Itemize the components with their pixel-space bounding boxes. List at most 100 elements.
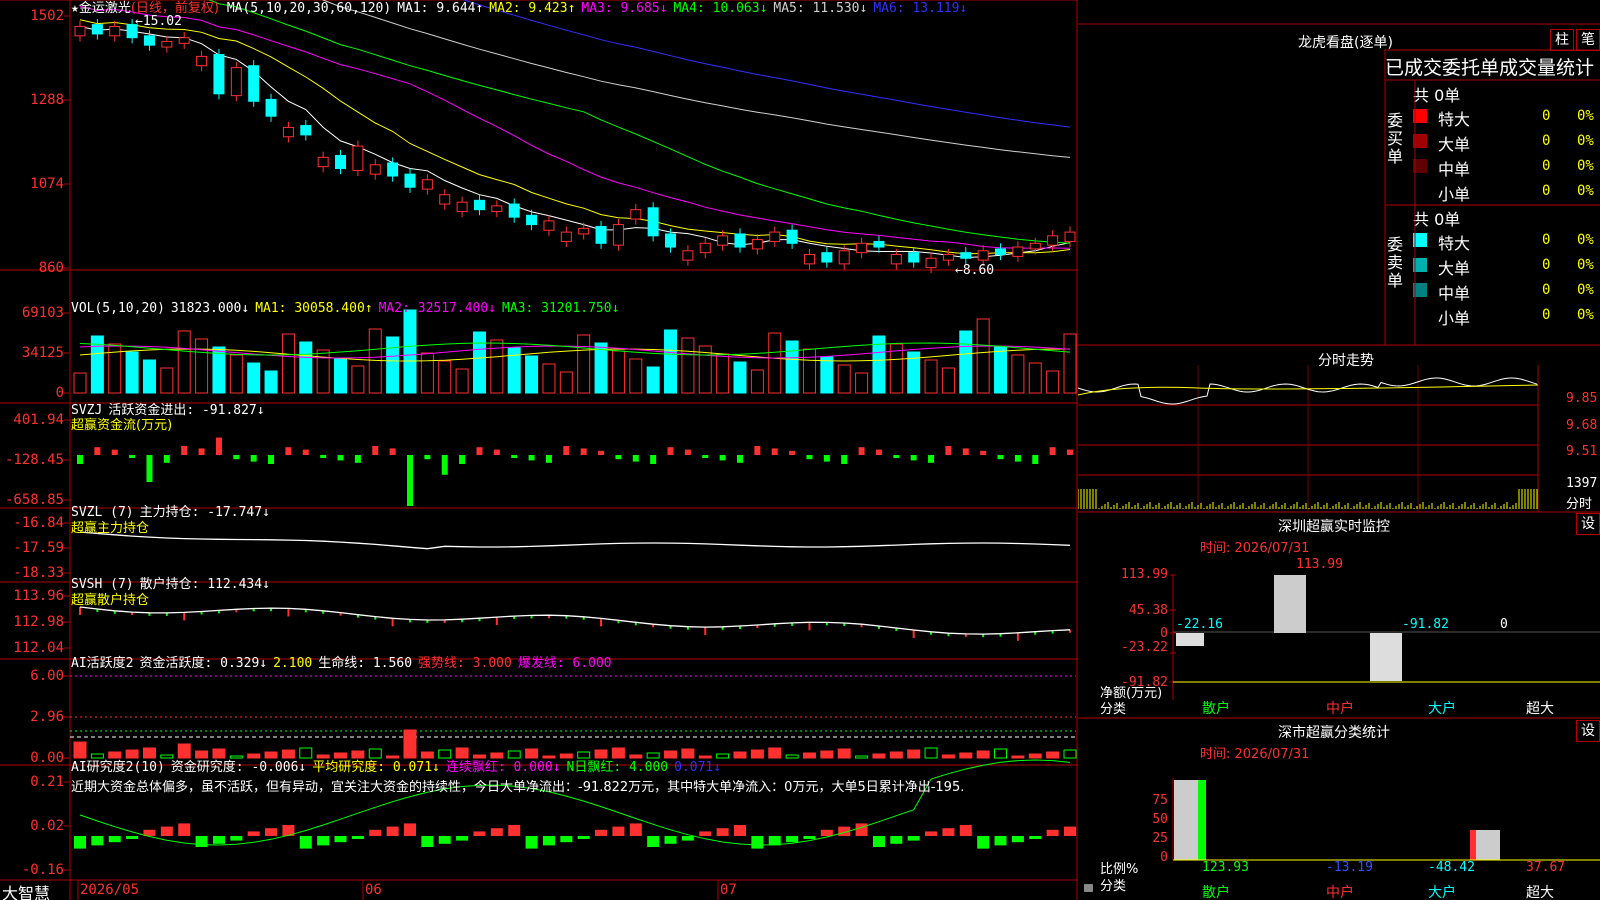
- ai2-header: AI活跃度2 资金活跃度: 0.329↓ 2.100 生命线: 1.560 强势线: 3…: [71, 656, 618, 671]
- activity-bar: [802, 752, 816, 759]
- study-bar: [351, 836, 364, 839]
- y-tick-label: 69103: [21, 305, 64, 321]
- activity-bar: [299, 747, 313, 759]
- study-bar: [438, 836, 451, 844]
- activity-bar: [229, 755, 243, 759]
- activity-bar: [941, 754, 955, 759]
- retail-tick: [808, 622, 811, 631]
- fund-flow-bar: [563, 446, 570, 455]
- study-bar: [1046, 829, 1059, 836]
- fund-flow-bar: [962, 448, 969, 455]
- volume-bar: [73, 372, 87, 394]
- activity-bar: [629, 754, 643, 759]
- fund-flow-bar: [285, 447, 292, 455]
- fund-flow-bar: [580, 448, 587, 455]
- activity-bar: [472, 754, 486, 759]
- study-bar: [595, 829, 608, 836]
- fund-flow-bar: [146, 455, 153, 482]
- study-bar: [195, 836, 208, 847]
- y-tick-label: 860: [38, 260, 64, 276]
- candle-body: [908, 252, 920, 263]
- study-bar: [699, 831, 712, 836]
- date-label-3: 07: [720, 882, 737, 898]
- header-value: MA1: 30058.400↑: [255, 301, 373, 316]
- retail-tick: [704, 627, 707, 636]
- fund-flow-bar: [684, 449, 691, 455]
- study-bar: [890, 836, 903, 844]
- candle-body: [717, 235, 729, 246]
- fund-flow-bar: [111, 449, 118, 455]
- volume-bar: [229, 354, 243, 394]
- activity-bar: [646, 752, 660, 759]
- candle-body: [369, 164, 381, 175]
- fund-flow-bar: [181, 446, 188, 455]
- y-tick-label: 1502: [30, 8, 64, 24]
- fund-flow-bar: [771, 448, 778, 455]
- low-label: ←8.60: [955, 263, 994, 278]
- candle-body: [178, 37, 190, 44]
- ma-line-6: [462, 0, 1071, 128]
- volume-bar: [681, 337, 695, 394]
- fund-flow-bar: [476, 447, 483, 455]
- study-bar: [508, 825, 521, 836]
- y-tick-label: 113.96: [13, 588, 64, 604]
- retail-tick: [79, 607, 81, 615]
- header-value: 2.100: [273, 656, 313, 671]
- volume-bar: [594, 342, 608, 394]
- candle-body: [282, 126, 294, 138]
- fund-flow-bar: [945, 446, 952, 455]
- candle-body: [213, 54, 225, 95]
- study-bar: [317, 836, 330, 846]
- activity-bar: [195, 750, 209, 759]
- volume-bar: [542, 363, 556, 394]
- study-bar: [1011, 836, 1024, 843]
- date-label-1: 2026/05: [80, 882, 140, 898]
- activity-bar: [281, 749, 295, 759]
- fund-flow-bar: [598, 450, 605, 455]
- y-tick-label: 1288: [30, 92, 64, 108]
- study-bar: [334, 836, 347, 843]
- volume-bar: [577, 334, 591, 394]
- activity-bar: [542, 755, 556, 759]
- main-holding-line: [79, 531, 1071, 550]
- candle-body: [300, 125, 312, 136]
- study-bar: [421, 836, 434, 847]
- fund-flow-bar: [910, 455, 917, 461]
- study-bar: [820, 829, 833, 836]
- candle-body: [890, 254, 902, 265]
- header-value: 散户持仓: 112.434↓: [139, 577, 270, 592]
- volume-bar: [334, 357, 348, 394]
- activity-bar: [316, 754, 330, 759]
- svzj-header: SVZJ 活跃资金进出: -91.827↓: [71, 403, 271, 418]
- volume-bar: [664, 329, 678, 394]
- activity-bar: [1046, 751, 1060, 759]
- activity-bar: [889, 751, 903, 759]
- header-value: MA4: 10.063↓: [673, 1, 768, 16]
- activity-bar: [438, 749, 452, 759]
- study-bar: [456, 836, 469, 841]
- activity-bar: [73, 741, 87, 759]
- fund-flow-bar: [667, 447, 674, 455]
- activity-bar: [142, 747, 156, 759]
- study-bar: [786, 836, 799, 843]
- monitor-bar: [1370, 633, 1402, 681]
- ai-study-comment: 近期大资金总体偏多，虽不活跃，但有异动，宜关注大资金的持续性，今日大单净流出：-…: [71, 780, 965, 795]
- candle-body: [699, 242, 711, 254]
- fund-flow-bar: [215, 437, 222, 455]
- study-bar: [942, 828, 955, 836]
- candle-body: [856, 242, 868, 254]
- header-value: 强势线: 3.000: [418, 656, 512, 671]
- header-value: MA1: 9.644↑: [397, 1, 484, 16]
- candle-body: [335, 154, 347, 170]
- study-bar: [490, 828, 503, 836]
- fund-flow-bar: [980, 450, 987, 455]
- header-value: MA5: 11.530↓: [773, 1, 868, 16]
- candle-body: [404, 173, 416, 188]
- ma-line-3: [79, 5, 1071, 249]
- fund-flow-bar: [1049, 447, 1056, 455]
- activity-bar: [403, 729, 417, 759]
- activity-bar: [681, 748, 695, 759]
- volume-bar: [525, 355, 539, 394]
- volume-bar: [646, 366, 660, 394]
- volume-bar: [785, 340, 799, 394]
